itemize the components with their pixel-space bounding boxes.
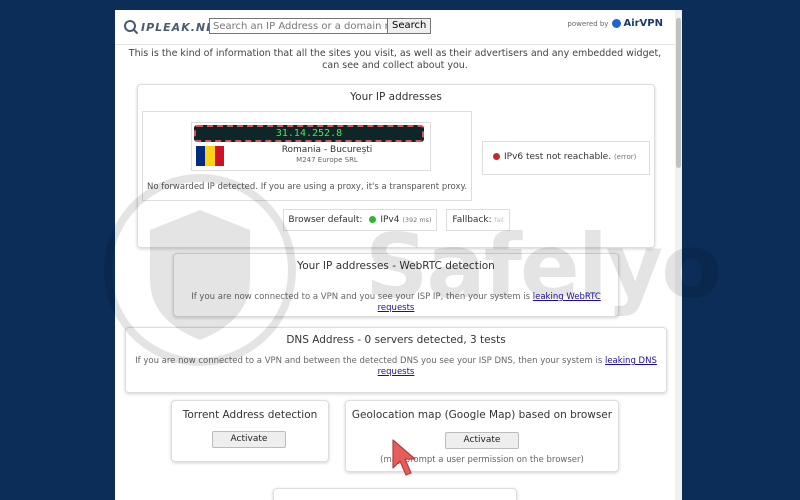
powered-by: powered by AirVPN [567,18,663,29]
fallback-label: Fallback: [452,215,492,225]
ip-addresses-panel: Your IP addresses 31.14.252.8 Romania - … [137,84,655,248]
no-forward-text: No forwarded IP detected. If you are usi… [146,182,468,192]
browser-page: IPLEAK.NET Search powered by AirVPN This… [115,10,675,500]
airvpn-brand[interactable]: AirVPN [612,18,663,29]
next-panel-partial [273,488,517,500]
dns-panel: DNS Address - 0 servers detected, 3 test… [125,327,667,393]
torrent-title: Torrent Address detection [182,409,318,421]
webrtc-description: If you are now connected to a VPN and yo… [174,292,618,314]
ip-isp: M247 Europe SRL [296,156,358,164]
romania-flag-icon [196,146,224,166]
ipv4-panel: 31.14.252.8 Romania - București M247 Eur… [142,111,472,201]
webrtc-panel: Your IP addresses - WebRTC detection If … [173,253,619,317]
intro-text: This is the kind of information that all… [128,48,662,71]
ipv6-text: IPv6 test not reachable. [504,152,612,162]
airvpn-text: AirVPN [623,18,663,29]
magnifier-logo-icon [124,20,139,35]
powered-by-label: powered by [567,19,609,28]
dns-desc-text: If you are now connected to a VPN and be… [135,356,603,366]
browser-default-label: Browser default: [288,215,363,225]
geolocation-activate-button[interactable]: Activate [445,432,519,449]
site-header: IPLEAK.NET Search powered by AirVPN [115,10,675,45]
browser-default-ms: (392 ms) [402,216,432,224]
airvpn-logo-icon [612,19,622,28]
ip-panel-title: Your IP addresses [350,91,442,103]
scrollbar-thumb[interactable] [676,18,681,168]
ipv6-panel: IPv6 test not reachable. (error) [482,141,650,175]
ip-location: Romania - București [281,145,373,155]
fallback-panel: Fallback: fail [446,209,510,231]
torrent-activate-button[interactable]: Activate [212,431,286,448]
ip-card: 31.14.252.8 Romania - București M247 Eur… [191,122,431,171]
geolocation-note: (may prompt a user permission on the bro… [380,455,584,465]
search-input[interactable] [209,18,391,34]
ipv6-error: (error) [613,153,637,161]
fallback-value: fail [494,217,504,224]
pointer-arrow-icon [392,439,416,476]
ipv6-status: IPv6 test not reachable. (error) [493,152,636,162]
dns-title: DNS Address - 0 servers detected, 3 test… [286,334,506,346]
dns-description: If you are now connected to a VPN and be… [126,356,666,378]
browser-default-value: IPv4 [380,215,400,225]
webrtc-title: Your IP addresses - WebRTC detection [297,260,495,272]
webrtc-desc-text: If you are now connected to a VPN and yo… [191,292,531,302]
geolocation-title: Geolocation map (Google Map) based on br… [351,409,613,421]
torrent-panel: Torrent Address detection Activate [171,400,329,462]
error-dot-icon [493,153,500,160]
search-button[interactable]: Search [387,18,432,34]
dns-leak-link-cont[interactable]: requests [378,367,415,377]
ok-dot-icon [369,216,377,223]
dns-leak-link[interactable]: leaking DNS [605,356,657,366]
scrollbar[interactable] [675,10,682,500]
geolocation-panel: Geolocation map (Google Map) based on br… [345,400,619,472]
browser-default-panel: Browser default: IPv4 (392 ms) [283,209,437,231]
ip-address-display[interactable]: 31.14.252.8 [194,125,424,142]
